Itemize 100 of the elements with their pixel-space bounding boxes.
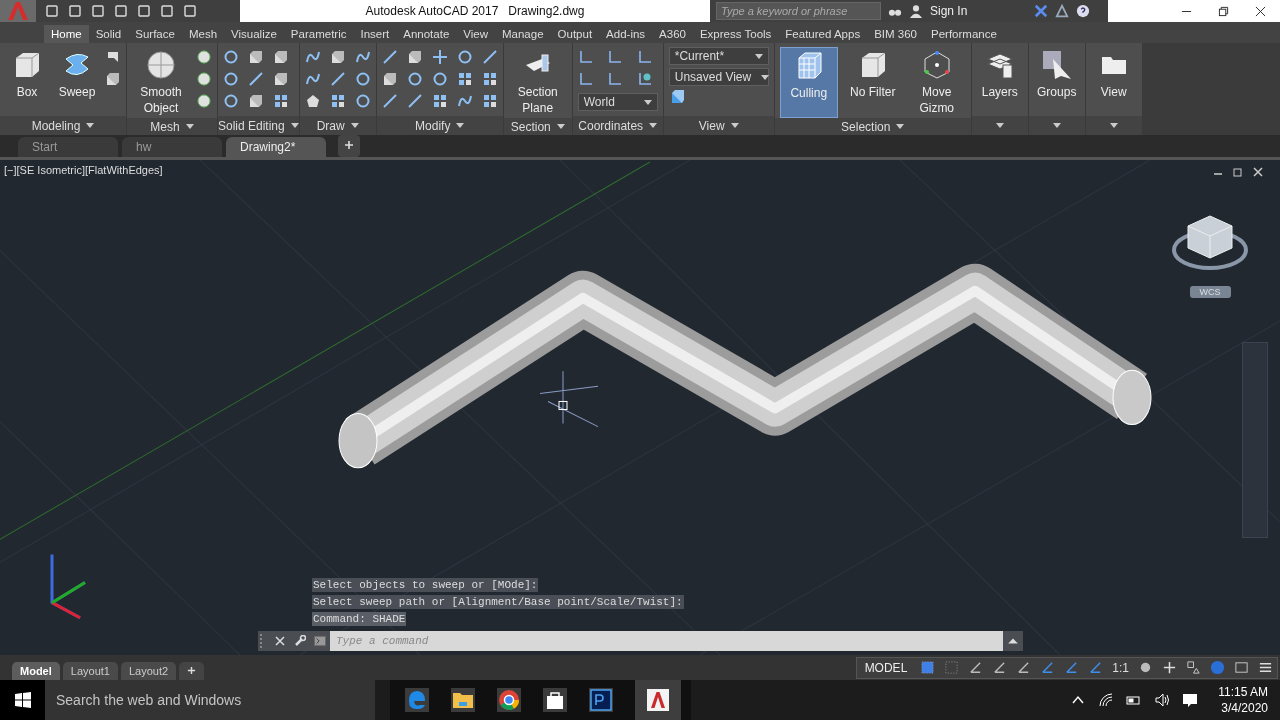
grid-icon[interactable]: [920, 660, 936, 675]
plus-icon[interactable]: [1162, 660, 1177, 675]
curve-icon[interactable]: [354, 49, 371, 65]
command-input-field[interactable]: Type a command: [330, 631, 1003, 651]
dot-grid-icon[interactable]: [944, 660, 960, 675]
ucs-dropdown[interactable]: World: [577, 93, 658, 111]
ps-app-icon[interactable]: [589, 688, 613, 712]
caret-icon[interactable]: [649, 123, 658, 128]
ribbon-tab[interactable]: BIM 360: [867, 25, 924, 43]
ring-icon[interactable]: [406, 71, 423, 87]
move-icon[interactable]: [431, 49, 448, 65]
speaker-icon[interactable]: [1154, 692, 1171, 708]
ribbon-tab[interactable]: A360: [652, 25, 693, 43]
curve-icon[interactable]: [304, 49, 321, 65]
layout-tab[interactable]: Layout2: [120, 662, 177, 680]
help-icon[interactable]: [1076, 4, 1091, 18]
caret-icon[interactable]: [995, 123, 1004, 128]
notification-icon[interactable]: [1182, 692, 1199, 708]
caret-icon[interactable]: [556, 124, 565, 129]
axes-icon[interactable]: [607, 71, 624, 87]
file-tab[interactable]: Drawing2*: [226, 137, 326, 157]
line-icon[interactable]: [481, 49, 498, 65]
menu-icon[interactable]: [1258, 660, 1273, 675]
ribbon-tab[interactable]: Surface: [128, 25, 182, 43]
cube-icon[interactable]: [381, 71, 398, 87]
panel-title[interactable]: View: [698, 118, 725, 133]
ribbon-tab[interactable]: Performance: [924, 25, 1004, 43]
ribbon-button[interactable]: Sweep: [55, 47, 99, 116]
line-icon[interactable]: [406, 93, 423, 109]
wrench-icon[interactable]: [294, 635, 306, 647]
curve-icon[interactable]: [304, 71, 321, 87]
model-space-button[interactable]: MODEL: [860, 660, 912, 675]
store-bag-icon[interactable]: [543, 688, 567, 712]
axes-icon[interactable]: [577, 49, 594, 65]
chrome-logo-icon[interactable]: [497, 688, 521, 712]
ribbon-button[interactable]: Culling: [779, 47, 838, 118]
ribbon-tab[interactable]: Home: [44, 25, 89, 43]
file-tab[interactable]: Start: [18, 137, 118, 157]
sphere-icon[interactable]: [196, 93, 212, 109]
line-icon[interactable]: [381, 93, 398, 109]
cube-icon[interactable]: [273, 49, 289, 65]
folder-icon[interactable]: [451, 688, 475, 712]
ring-icon[interactable]: [431, 71, 448, 87]
line-icon[interactable]: [329, 71, 346, 87]
square-icon[interactable]: [329, 93, 346, 109]
caret-icon[interactable]: [350, 123, 359, 128]
x-icon[interactable]: [1034, 4, 1049, 18]
ring-icon[interactable]: [354, 93, 371, 109]
cube-icon[interactable]: [273, 71, 289, 87]
layout-tab[interactable]: Layout1: [62, 662, 118, 680]
ribbon-button[interactable]: Move Gizmo: [907, 47, 966, 118]
visual-style-dropdown[interactable]: *Current*: [668, 47, 769, 65]
cube-icon[interactable]: [105, 71, 121, 87]
axes-icon[interactable]: [577, 71, 594, 87]
square-icon[interactable]: [273, 93, 289, 109]
ring-icon[interactable]: [354, 71, 371, 87]
letter-a-app-icon[interactable]: [635, 680, 681, 720]
sphere-icon[interactable]: [196, 71, 212, 87]
taskbar-search-field[interactable]: Search the web and Windows: [45, 680, 375, 720]
caret-icon[interactable]: [185, 124, 194, 129]
cube-icon[interactable]: [406, 49, 423, 65]
triangle-icon[interactable]: [1055, 4, 1070, 18]
ribbon-tab[interactable]: Insert: [353, 25, 397, 43]
browser-e-icon[interactable]: [405, 688, 429, 712]
square-icon[interactable]: [431, 93, 448, 109]
sphere-icon[interactable]: [637, 71, 654, 87]
ribbon-tab[interactable]: Parametric: [283, 25, 354, 43]
caret-icon[interactable]: [1109, 123, 1118, 128]
square-icon[interactable]: [481, 93, 498, 109]
clock-date[interactable]: 3/4/2020: [1221, 700, 1268, 716]
cube-icon[interactable]: [329, 49, 346, 65]
line-icon[interactable]: [381, 49, 398, 65]
viewport-label[interactable]: [−][SE Isometric][FlatWithEdges]: [4, 164, 163, 176]
cube-icon[interactable]: [248, 49, 264, 65]
curve-icon[interactable]: [456, 93, 473, 109]
square-icon[interactable]: [481, 71, 498, 87]
pentagon-icon[interactable]: [304, 93, 321, 109]
ring-icon[interactable]: [223, 71, 239, 87]
ribbon-tab[interactable]: Featured Apps: [778, 25, 868, 43]
caret-icon[interactable]: [456, 123, 465, 128]
square-icon[interactable]: [456, 71, 473, 87]
ribbon-tab[interactable]: Solid: [88, 25, 129, 43]
caret-icon[interactable]: [730, 123, 739, 128]
ribbon-tab[interactable]: Manage: [495, 25, 551, 43]
file-tab[interactable]: hw: [122, 137, 222, 157]
annotation-scale-button[interactable]: 1:1: [1112, 660, 1129, 675]
ribbon-tab[interactable]: Add-ins: [599, 25, 653, 43]
ring-icon[interactable]: [456, 49, 473, 65]
ribbon-tab[interactable]: Mesh: [181, 25, 225, 43]
caret-icon[interactable]: [1052, 123, 1061, 128]
ribbon-tab[interactable]: View: [456, 25, 495, 43]
new-layout-button[interactable]: [179, 662, 205, 680]
close-icon[interactable]: [1255, 5, 1266, 17]
caret-icon[interactable]: [896, 124, 905, 129]
start-button[interactable]: [0, 680, 45, 720]
ribbon-tab[interactable]: Visualize: [224, 25, 284, 43]
line-icon[interactable]: [248, 71, 264, 87]
prompt-icon[interactable]: [314, 635, 326, 647]
axes-icon[interactable]: [607, 49, 624, 65]
sphere-icon[interactable]: [196, 49, 212, 65]
